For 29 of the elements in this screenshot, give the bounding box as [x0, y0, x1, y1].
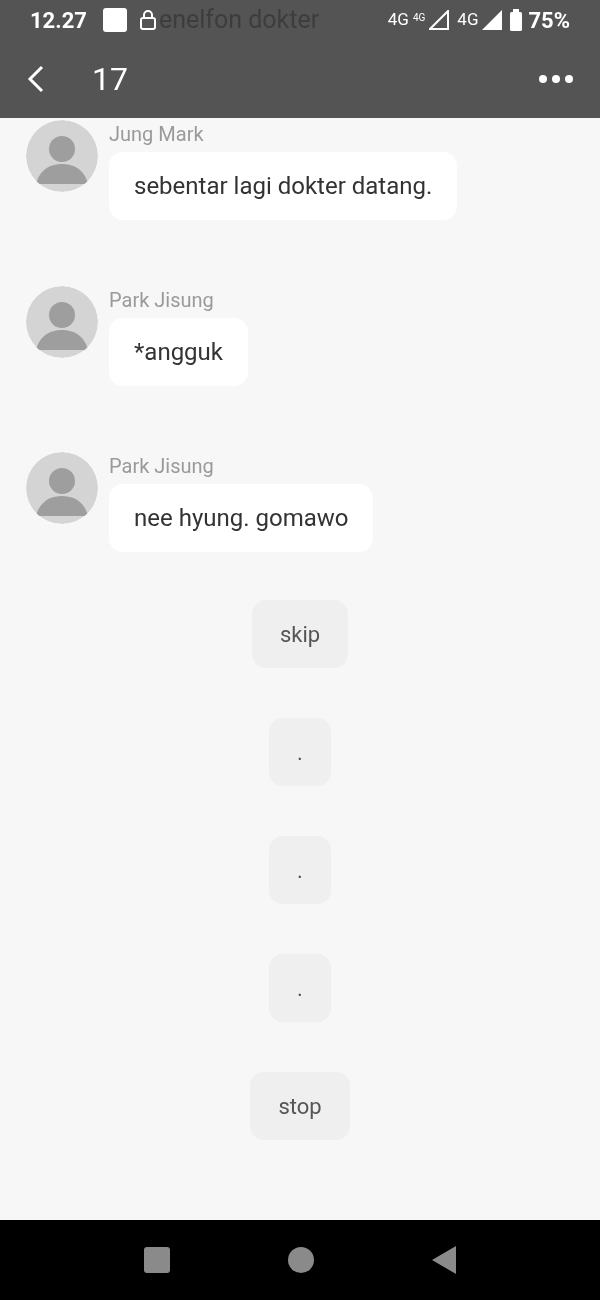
avatar [26, 452, 98, 524]
choice-button[interactable]: skip [251, 600, 349, 668]
network-label: 4G [412, 10, 426, 25]
notification-icon [102, 8, 127, 32]
sender-name: Jung Mark [109, 121, 204, 148]
lock-icon [138, 10, 157, 30]
avatar [26, 120, 98, 192]
message-bubble: sebentar lagi dokter datang. [109, 152, 458, 220]
choice-button[interactable]: stop [250, 1072, 350, 1140]
choice-button[interactable]: . [269, 836, 331, 904]
status-time: 12.27 [30, 6, 87, 35]
network-label: 4G [457, 8, 479, 32]
sender-name: Park Jisung [109, 453, 214, 480]
more-icon[interactable] [538, 74, 574, 84]
sender-name: Park Jisung [109, 287, 214, 314]
choice-button[interactable]: . [269, 718, 331, 786]
battery-icon [510, 9, 523, 31]
message-bubble: *angguk [109, 318, 248, 386]
message-bubble: nee hyung. gomawo [109, 484, 374, 552]
back-icon[interactable] [26, 64, 46, 94]
signal-icon [429, 10, 450, 30]
back-icon[interactable] [432, 1246, 456, 1274]
avatar [26, 286, 98, 358]
home-icon[interactable] [288, 1247, 314, 1273]
chat-title: 17 [92, 59, 128, 100]
battery-percent: 75% [528, 6, 570, 35]
choice-button[interactable]: . [269, 954, 331, 1022]
signal-icon [482, 10, 503, 30]
network-label: 4G [387, 8, 409, 32]
